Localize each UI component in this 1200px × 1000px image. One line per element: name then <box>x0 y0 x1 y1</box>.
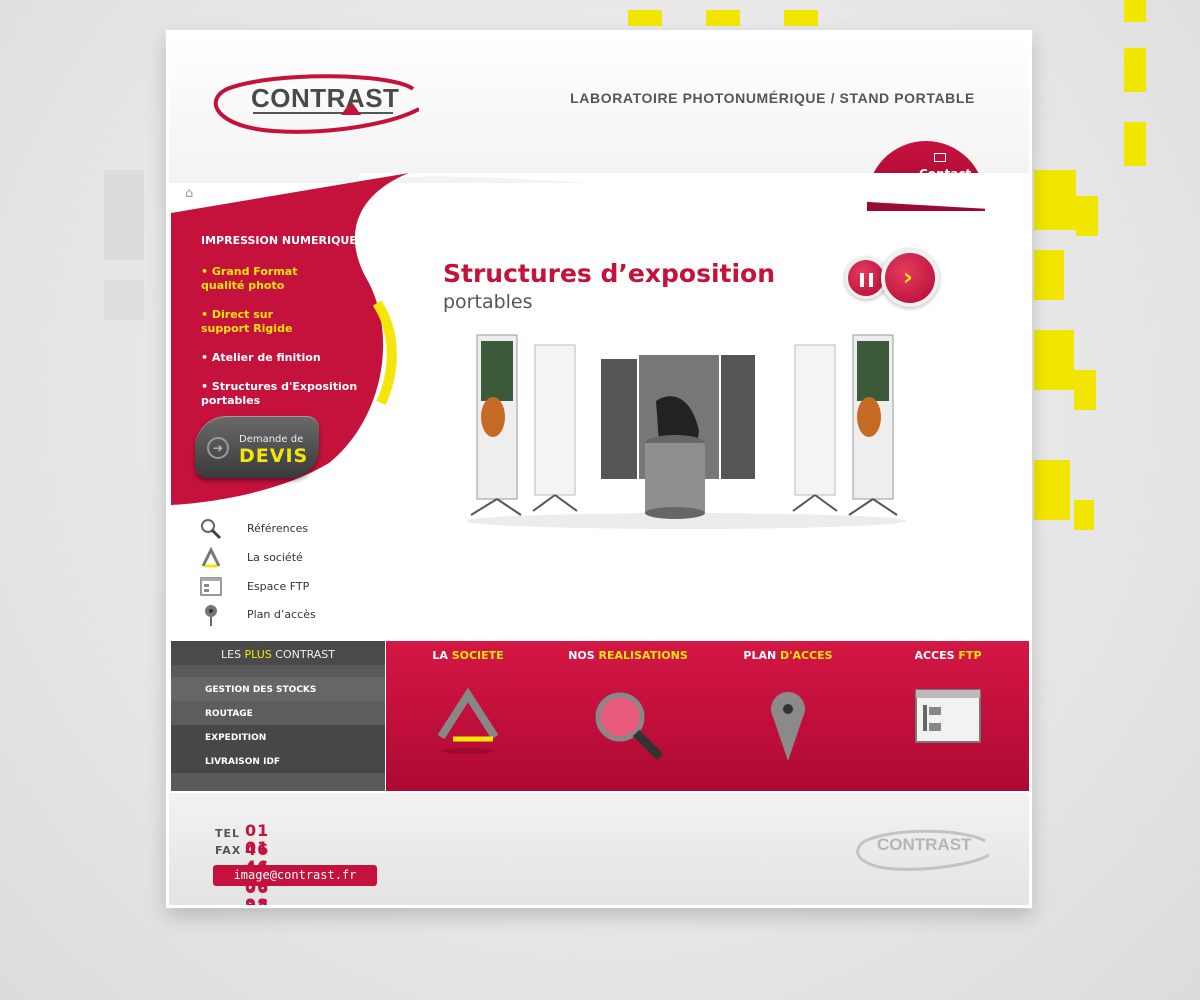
link-plan-acces[interactable]: Plan d’accès <box>199 603 399 627</box>
plus-item-routage[interactable]: ROUTAGE <box>205 709 253 719</box>
plus-bar <box>171 701 385 725</box>
nav-item-label: • Direct sur <box>201 308 274 321</box>
link-label: Références <box>247 522 309 535</box>
feature-label-highlight: D'ACCES <box>780 649 833 662</box>
chevron-right-icon: › <box>903 263 913 291</box>
footer: TEL 01 46 44 06 32 FAX 01 46 38 98 06 im… <box>169 793 1029 905</box>
feature-label: ACCES FTP <box>868 649 1028 662</box>
feature-label: NOS REALISATIONS <box>548 649 708 662</box>
nav-item-direct-rigide[interactable]: • Direct sur support Rigide <box>201 308 292 336</box>
link-references[interactable]: Références <box>199 517 399 541</box>
next-slide-button[interactable]: › <box>881 249 939 307</box>
plus-title: LES PLUS CONTRAST <box>171 641 385 665</box>
link-societe[interactable]: La société <box>199 546 399 570</box>
plus-title-post: CONTRAST <box>271 648 336 661</box>
feature-label-pre: ACCES <box>914 649 959 662</box>
feature-panel: LA SOCIETE NOS REALISATIONS PLAN D'ACCES <box>386 641 1029 791</box>
plus-item-expedition[interactable]: EXPEDITION <box>205 733 266 743</box>
feature-label: PLAN D'ACCES <box>708 649 868 662</box>
logo-text: CONTRAST <box>251 83 400 113</box>
nav-item-label: portables <box>201 394 261 407</box>
feature-realisations[interactable]: NOS REALISATIONS <box>548 641 708 791</box>
home-icon[interactable]: ⌂ <box>185 187 199 201</box>
nav-heading: IMPRESSION NUMERIQUE <box>201 234 357 247</box>
hero-subtitle: portables <box>443 291 533 313</box>
contrast-logo[interactable]: CONTRAST <box>213 71 419 137</box>
nav-item-structures[interactable]: • Structures d'Exposition portables <box>201 380 357 408</box>
nav-item-label: support Rigide <box>201 322 293 335</box>
map-pin-icon <box>205 605 217 626</box>
feature-label-highlight: REALISATIONS <box>598 649 688 662</box>
nav-item-grand-format[interactable]: • Grand Format qualité photo <box>201 265 297 293</box>
site-tagline: LABORATOIRE PHOTONUMÉRIQUE / STAND PORTA… <box>570 90 975 106</box>
feature-label-pre: NOS <box>568 649 599 662</box>
service-menu: ⌂ IMPRESSION NUMERIQUE • Grand Format qu… <box>171 173 411 503</box>
feature-label: LA SOCIETE <box>388 649 548 662</box>
display-stands-image <box>466 334 906 529</box>
devis-top-label: Demande de <box>239 434 304 445</box>
feature-label-pre: LA <box>432 649 452 662</box>
nav-item-label: qualité photo <box>201 279 285 292</box>
footer-logo-text: CONTRAST <box>877 835 972 854</box>
tel-label: TEL <box>215 827 241 840</box>
link-label: Espace FTP <box>247 580 310 593</box>
devis-main-label: DEVIS <box>239 445 309 467</box>
arrow-right-icon: ➔ <box>207 437 229 459</box>
plus-item-stocks[interactable]: GESTION DES STOCKS <box>205 685 316 695</box>
page-container: CONTRAST LABORATOIRE PHOTONUMÉRIQUE / ST… <box>166 30 1032 908</box>
ftp-window-icon <box>915 689 981 743</box>
logo-a-icon <box>201 546 221 568</box>
link-ftp[interactable]: Espace FTP <box>199 575 399 599</box>
fax-label: FAX <box>215 844 242 857</box>
nav-item-atelier[interactable]: • Atelier de finition <box>201 351 321 365</box>
plus-title-pre: LES <box>220 648 245 661</box>
hero-title: Structures d’exposition <box>443 259 776 288</box>
magnifier-icon <box>595 692 664 761</box>
les-plus-panel: LES PLUS CONTRAST GESTION DES STOCKS ROU… <box>171 641 385 791</box>
link-label: La société <box>247 551 303 564</box>
ftp-window-icon <box>200 577 222 596</box>
plus-bar <box>171 725 385 749</box>
nav-item-label: • Atelier de finition <box>201 351 321 364</box>
feature-label-highlight: FTP <box>958 649 982 662</box>
link-label: Plan d’accès <box>247 608 316 621</box>
plus-title-highlight: PLUS <box>244 648 272 661</box>
devis-button[interactable]: ➔ Demande de DEVIS <box>195 416 319 478</box>
logo-a-icon <box>437 687 499 754</box>
map-pin-icon <box>771 692 805 761</box>
plus-item-livraison[interactable]: LIVRAISON IDF <box>205 757 280 767</box>
envelope-icon <box>934 153 946 162</box>
feature-societe[interactable]: LA SOCIETE <box>388 641 548 791</box>
magnifier-icon <box>201 519 222 540</box>
feature-label-pre: PLAN <box>743 649 781 662</box>
feature-ftp[interactable]: ACCES FTP <box>868 641 1028 791</box>
email-button[interactable]: image@contrast.fr <box>213 865 377 886</box>
nav-item-label: • Grand Format <box>201 265 298 278</box>
nav-item-label: • Structures d'Exposition <box>201 380 358 393</box>
feature-plan-acces[interactable]: PLAN D'ACCES <box>708 641 868 791</box>
feature-label-highlight: SOCIETE <box>451 649 504 662</box>
footer-logo: CONTRAST <box>855 827 989 873</box>
hero-section: ⌂ IMPRESSION NUMERIQUE • Grand Format qu… <box>169 173 1029 643</box>
